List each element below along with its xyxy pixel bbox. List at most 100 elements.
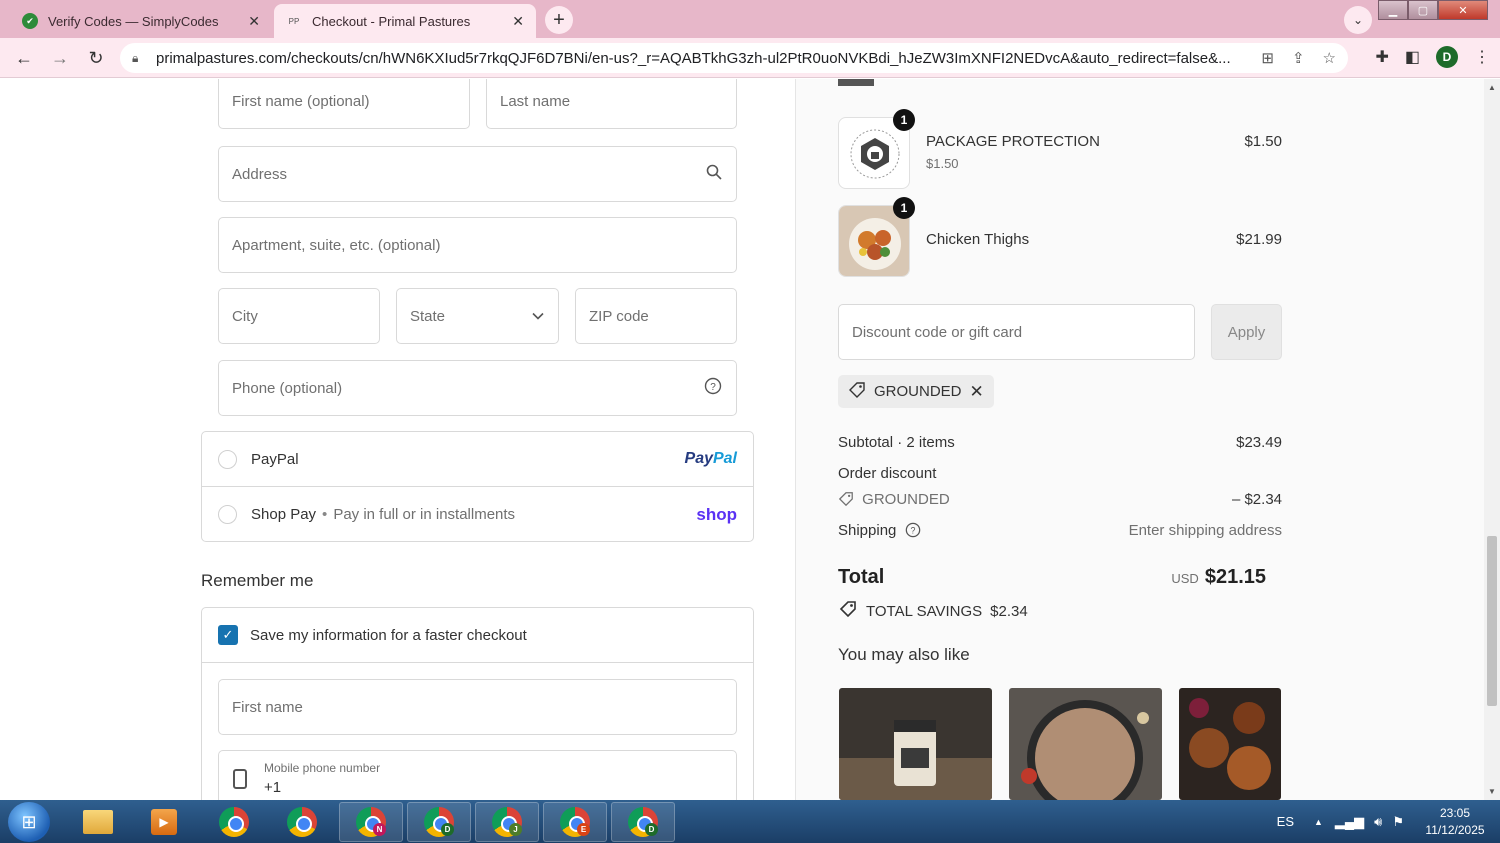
chrome-profile-j-taskbar[interactable]: J <box>475 802 539 842</box>
tab-simplycodes[interactable]: ✔ Verify Codes — SimplyCodes ✕ <box>10 4 272 38</box>
media-player-taskbar[interactable]: ▶ <box>132 802 196 842</box>
action-center-icon[interactable]: ⚑ <box>1392 814 1404 830</box>
phone-field[interactable]: Phone (optional) ? <box>218 360 737 416</box>
url-text: primalpastures.com/checkouts/cn/hWN6KXIu… <box>156 49 1231 67</box>
scroll-down-arrow-icon[interactable]: ▼ <box>1488 787 1496 796</box>
window-close-button[interactable]: ✕ <box>1438 0 1488 20</box>
discount-code-label: GROUNDED <box>862 491 950 508</box>
back-arrow-icon[interactable]: ← <box>12 46 36 70</box>
remember-first-name-field[interactable]: First name <box>218 679 737 735</box>
paypal-option[interactable]: PayPal PayPal <box>202 432 753 487</box>
extensions-puzzle-icon[interactable]: ✚ <box>1375 47 1388 67</box>
windows-taskbar: ⊞ ▶ N D J E D ES ▲ ▂▄▆ 🔊︎ ⚑ 23:05 11/12/ <box>0 800 1500 843</box>
chrome-taskbar[interactable] <box>202 802 266 842</box>
discount-code-input[interactable]: Discount code or gift card <box>838 304 1195 360</box>
zip-code-field[interactable]: ZIP code <box>575 288 737 344</box>
paypal-logo: PayPal <box>685 450 737 468</box>
item-price: $1.50 <box>1244 133 1282 150</box>
profile-badge: J <box>509 823 522 836</box>
order-discount-label: Order discount <box>838 465 937 482</box>
remove-discount-icon[interactable]: ✕ <box>970 382 984 402</box>
recommended-product-ground-meat[interactable] <box>1009 688 1162 800</box>
tab-strip: ✔ Verify Codes — SimplyCodes ✕ PP Checko… <box>0 0 1500 38</box>
show-hidden-icons-icon[interactable]: ▲ <box>1314 817 1323 827</box>
paypal-logo-pay: Pay <box>684 450 713 467</box>
maximize-button[interactable]: ▢ <box>1408 0 1438 20</box>
state-select[interactable]: State <box>396 288 559 344</box>
translate-icon[interactable]: ⊞ <box>1261 49 1274 67</box>
help-circle-icon[interactable]: ? <box>905 522 921 542</box>
mobile-phone-value: +1 <box>264 779 282 796</box>
minimize-button[interactable]: ▁ <box>1378 0 1408 20</box>
apply-discount-button[interactable]: Apply <box>1211 304 1282 360</box>
lock-icon[interactable]: 🔒︎ <box>132 51 146 66</box>
shop-pay-subtitle: Pay in full or in installments <box>333 506 516 523</box>
search-icon <box>706 164 722 184</box>
last-name-field[interactable]: Last name <box>486 79 737 129</box>
first-name-optional-field[interactable]: First name (optional) <box>218 79 470 129</box>
tags-icon <box>838 600 858 622</box>
tab-close-icon[interactable]: ✕ <box>512 13 524 30</box>
clock-time: 23:05 <box>1439 805 1471 820</box>
total-value: $21.15 <box>1204 566 1266 588</box>
tag-icon <box>838 491 854 511</box>
field-placeholder: City <box>232 307 258 325</box>
chrome-profile-d2-taskbar[interactable]: D <box>611 802 675 842</box>
save-info-checkbox[interactable]: ✓ <box>218 625 238 645</box>
city-field[interactable]: City <box>218 288 380 344</box>
help-circle-icon[interactable]: ? <box>704 377 722 399</box>
share-icon[interactable]: ⇪ <box>1292 49 1305 67</box>
reload-icon[interactable]: ↻ <box>84 46 108 70</box>
paypal-radio[interactable] <box>218 449 237 469</box>
field-placeholder: Apartment, suite, etc. (optional) <box>232 236 441 254</box>
chrome-icon <box>287 807 317 837</box>
new-tab-button[interactable]: + <box>545 6 573 34</box>
you-may-also-like-heading: You may also like <box>838 645 970 664</box>
chrome-user-taskbar[interactable] <box>270 802 334 842</box>
tab-title: Verify Codes — SimplyCodes <box>48 13 219 29</box>
total-savings: TOTAL SAVINGS $2.34 <box>838 600 1028 622</box>
paypal-label: PayPal <box>251 450 299 468</box>
side-panel-icon[interactable]: ◧ <box>1405 47 1420 67</box>
tab-close-icon[interactable]: ✕ <box>248 13 260 30</box>
shop-pay-radio[interactable] <box>218 505 237 524</box>
save-info-row[interactable]: ✓ Save my information for a faster check… <box>202 608 753 663</box>
chrome-profile-e-taskbar[interactable]: E <box>543 802 607 842</box>
apartment-field[interactable]: Apartment, suite, etc. (optional) <box>218 217 737 273</box>
menu-kebab-icon[interactable]: ⋮ <box>1474 47 1490 67</box>
clock[interactable]: 23:05 11/12/2025 <box>1410 805 1500 839</box>
profile-avatar[interactable]: D <box>1436 46 1458 68</box>
profile-badge: D <box>441 823 454 836</box>
bookmark-star-icon[interactable]: ☆ <box>1323 49 1336 67</box>
start-button[interactable]: ⊞ <box>8 802 50 842</box>
forward-arrow-icon[interactable]: → <box>48 46 72 70</box>
page-scrollbar[interactable]: ▲ ▼ <box>1484 79 1500 800</box>
profile-badge: D <box>645 823 658 836</box>
scrollbar-thumb[interactable] <box>1487 536 1497 706</box>
tab-search-button[interactable]: ⌄ <box>1344 6 1372 34</box>
paypal-logo-pal: Pal <box>712 450 737 467</box>
scroll-up-arrow-icon[interactable]: ▲ <box>1488 83 1496 92</box>
recommended-product-chicken-wings[interactable] <box>1179 688 1281 800</box>
item-name: PACKAGE PROTECTION <box>926 133 1100 150</box>
volume-icon[interactable]: 🔊︎ <box>1374 814 1382 830</box>
language-indicator[interactable]: ES <box>1277 814 1294 829</box>
file-explorer-taskbar[interactable] <box>66 802 130 842</box>
mobile-phone-field[interactable]: Mobile phone number +1 <box>218 750 737 800</box>
system-tray: ES ▲ ▂▄▆ 🔊︎ ⚑ 23:05 11/12/2025 <box>1277 800 1500 843</box>
shop-pay-option[interactable]: Shop Pay • Pay in full or in installment… <box>202 487 753 542</box>
network-signal-icon[interactable]: ▂▄▆ <box>1335 814 1364 830</box>
recommended-product-tallow-jar[interactable] <box>839 688 992 800</box>
address-bar[interactable]: 🔒︎ primalpastures.com/checkouts/cn/hWN6K… <box>120 43 1348 73</box>
quantity-badge: 1 <box>893 109 915 131</box>
remember-me-heading: Remember me <box>201 571 314 590</box>
address-field[interactable]: Address <box>218 146 737 202</box>
mobile-phone-icon <box>233 769 247 789</box>
savings-value: $2.34 <box>990 602 1028 620</box>
chrome-profile-n-taskbar[interactable]: N <box>339 802 403 842</box>
total-amount: USD $21.15 <box>1171 566 1266 589</box>
tab-checkout[interactable]: PP Checkout - Primal Pastures ✕ <box>274 4 536 38</box>
chrome-profile-d-taskbar[interactable]: D <box>407 802 471 842</box>
quantity-badge: 1 <box>893 197 915 219</box>
window-controls: ▁ ▢ ✕ <box>1378 0 1488 20</box>
